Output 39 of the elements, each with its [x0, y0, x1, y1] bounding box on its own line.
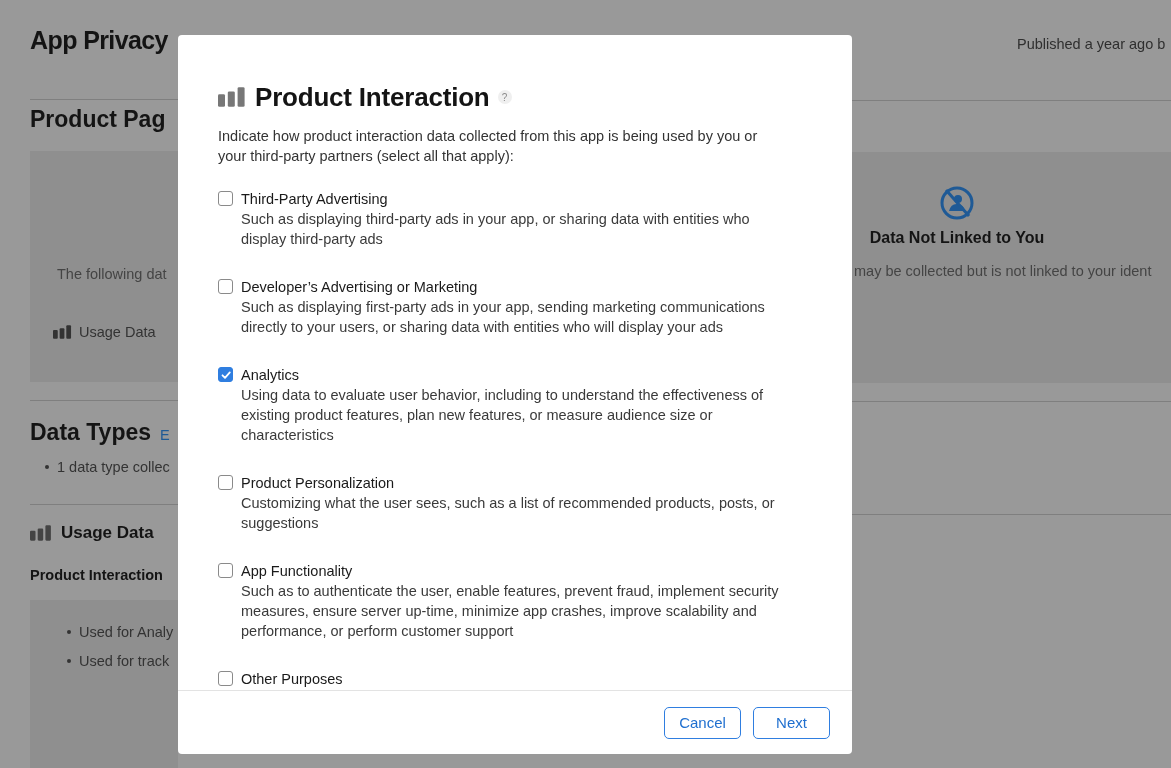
checkbox[interactable]	[218, 191, 233, 206]
checkbox[interactable]	[218, 367, 233, 382]
panel-title: Data Not Linked to You	[869, 229, 1045, 247]
next-button[interactable]: Next	[753, 706, 830, 739]
help-icon[interactable]: ?	[497, 90, 512, 104]
cancel-button[interactable]: Cancel	[664, 706, 741, 739]
page-title: App Privacy	[30, 25, 169, 56]
option-label: Other Purposes	[241, 670, 343, 689]
option-description: Such as displaying third-party ads in your app, or sharing data with entities who display third-party ads	[241, 210, 751, 249]
checkbox[interactable]	[218, 279, 233, 294]
dialog-title: Product Interaction	[255, 81, 490, 113]
bullet-text: 1 data type collec	[57, 459, 170, 475]
section-heading: Data Types	[30, 418, 151, 447]
option-label: Developer’s Advertising or Marketing	[241, 278, 479, 297]
bullet-text: Used for track	[79, 653, 170, 669]
option-label: App Functionality	[241, 562, 354, 581]
option-label: Third-Party Advertising	[241, 190, 389, 209]
checkbox[interactable]	[218, 475, 233, 490]
published-text: Published a year ago b	[1017, 35, 1167, 53]
data-type-heading: Usage Data	[61, 523, 154, 543]
panel-text: The following dat	[56, 265, 168, 284]
panel-text: may be collected but is not linked to your ident	[853, 262, 1153, 281]
option-description: Customizing what the user sees, such as a list of recommended products, posts, or suggestions	[241, 494, 776, 533]
bullet-text: Used for Analy	[79, 624, 174, 640]
bar-chart-icon	[53, 325, 72, 339]
option-description: Using data to evaluate user behavior, including to understand the effectiveness of existing product features, plan new features, or measure audience size or characteristics	[241, 386, 765, 445]
option-description: Such as to authenticate the user, enable features, prevent fraud, implement security measures, ensure server up-time, minimize app crashes, improve scalability and performance, or perform customer support	[241, 582, 780, 641]
bar-chart-icon	[218, 87, 246, 107]
option-label: Analytics	[241, 366, 301, 385]
bar-chart-icon	[30, 525, 52, 541]
data-type-label: Usage Data	[79, 324, 156, 340]
person-crossed-icon	[939, 185, 975, 221]
purpose-heading: Product Interaction	[30, 567, 164, 583]
option-description: Such as displaying first-party ads in your app, sending marketing communications directly to your users, or sharing data with entities who will display your ads	[241, 298, 766, 337]
dialog-description: Indicate how product interaction data collected from this app is being used by you or your third-party partners (select all that apply):	[218, 127, 759, 166]
checkbox[interactable]	[218, 671, 233, 686]
section-heading: Product Pag	[30, 105, 167, 134]
checkbox[interactable]	[218, 563, 233, 578]
option-label: Product Personalization	[241, 474, 396, 493]
